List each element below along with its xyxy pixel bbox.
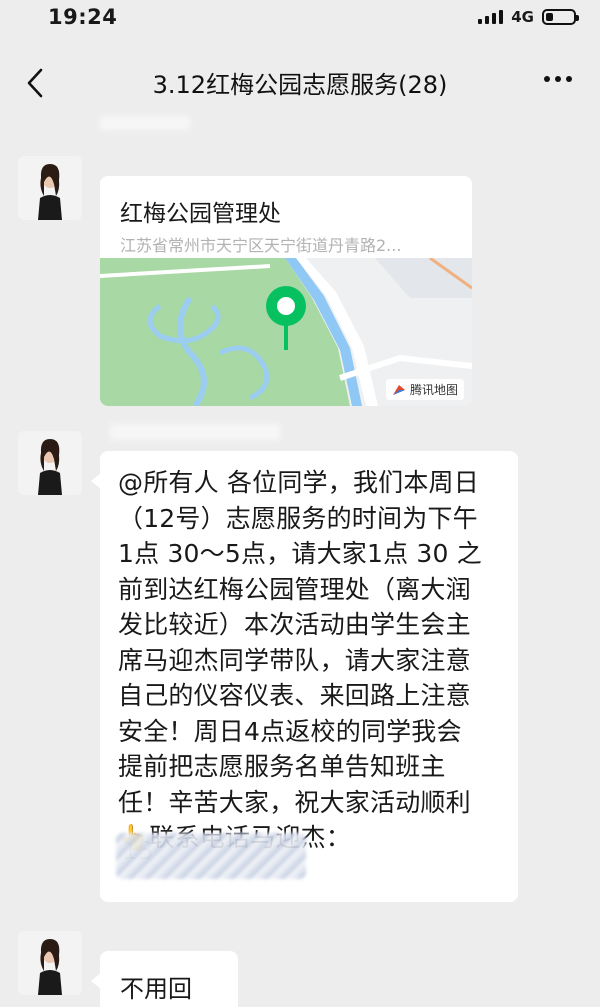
chevron-left-icon[interactable]: [22, 68, 48, 98]
message-line: 前到达红梅公园管理处（离大润: [118, 574, 471, 604]
redacted-phone-number: [116, 833, 306, 879]
avatar[interactable]: [18, 156, 82, 220]
more-dots-icon[interactable]: [544, 76, 572, 82]
status-indicators: 4G: [478, 8, 579, 26]
message-line: 提前把志愿服务名单告知班主: [118, 752, 446, 781]
message-line: 1点 30～5点，请大家1点 30 之: [118, 539, 482, 568]
location-title: 红梅公园管理处: [120, 201, 281, 227]
map-attribution-label: 腾讯地图: [409, 383, 458, 397]
tencent-map-icon: [392, 384, 405, 395]
message-line: 发比较近）本次活动由学生会主: [118, 610, 471, 639]
text-message[interactable]: @所有人 各位同学，我们本周日 （12号）志愿服务的时间为下午 1点 30～5点…: [91, 451, 518, 902]
message-line: 自己的仪容仪表、来回路上注意: [118, 681, 471, 710]
message-line: 任！辛苦大家，祝大家活动顺利: [118, 787, 471, 817]
location-address: 江苏省常州市天宁区天宁街道丹青路2...: [120, 236, 402, 255]
avatar[interactable]: [18, 431, 82, 495]
location-map[interactable]: 腾讯地图: [100, 256, 472, 406]
chat-header: 3.12红梅公园志愿服务(28): [0, 34, 600, 132]
blurred-fragment: [110, 424, 280, 440]
status-bar: 19:24 4G: [0, 0, 600, 34]
message-body: 不用回复！: [120, 975, 192, 1003]
message-line: （12号）志愿服务的时间为下午: [118, 503, 478, 533]
message-line: 席马迎杰同学带队，请大家注意: [118, 645, 471, 675]
message-line: @所有人 各位同学，我们本周日: [118, 468, 479, 497]
map-attribution: 腾讯地图: [385, 379, 464, 400]
location-message[interactable]: 红梅公园管理处 江苏省常州市天宁区天宁街道丹青路2... 腾讯地图: [100, 176, 472, 406]
battery-level: [546, 13, 553, 21]
blurred-fragment: [100, 116, 190, 130]
message-line: 安全！周日4点返校的同学我会: [118, 716, 462, 746]
avatar[interactable]: [18, 931, 82, 995]
message-body: @所有人 各位同学，我们本周日 （12号）志愿服务的时间为下午 1点 30～5点…: [118, 465, 502, 856]
battery-icon: [542, 9, 579, 25]
network-type: 4G: [511, 8, 534, 26]
text-message[interactable]: 不用回复！: [91, 951, 238, 1007]
chat-title: 3.12红梅公园志愿服务(28): [152, 70, 448, 99]
signal-icon: [478, 10, 504, 24]
status-time: 19:24: [48, 5, 118, 29]
